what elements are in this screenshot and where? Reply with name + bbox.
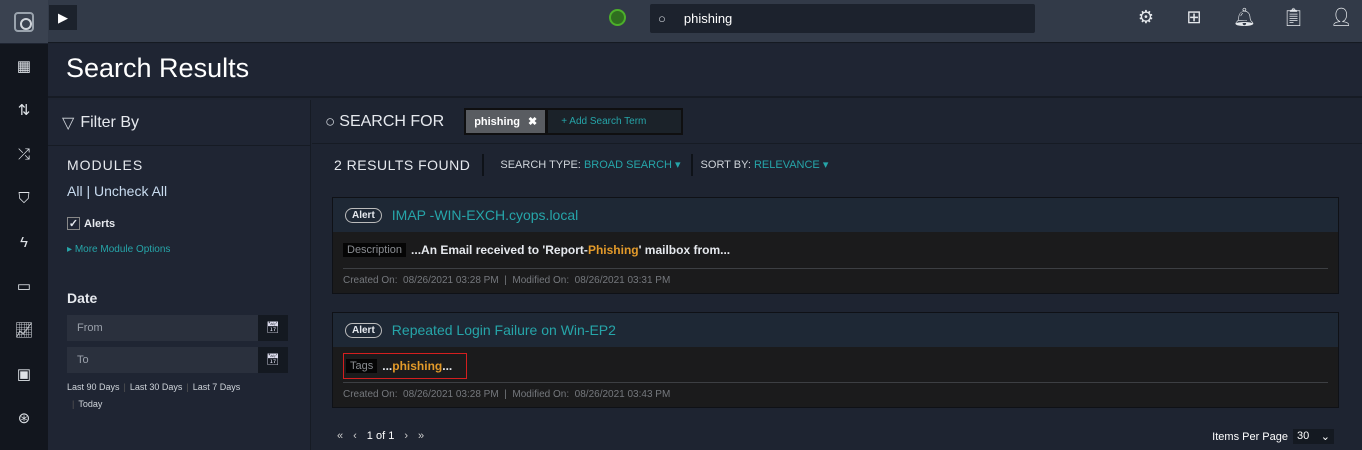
app-logo[interactable] [0,0,48,43]
next-page-icon[interactable]: › [404,430,408,442]
apps-icon[interactable]: ▣ [0,352,48,396]
shield-icon[interactable]: ⛉ [0,176,48,220]
created-label: Created On: [343,275,398,286]
highlight: Phishing [587,243,639,257]
result-title-link[interactable]: IMAP -WIN-EXCH.cyops.local [392,207,578,223]
snippet-text: ... [382,359,393,373]
hierarchy-icon[interactable]: ⊞ [1183,6,1205,28]
module-badge: Alert [345,322,382,338]
more-module-options-link[interactable]: ▸ More Module Options [67,244,170,255]
results-count: 2 RESULTS FOUND [334,154,485,176]
chart-icon[interactable]: 📈︎ [0,308,48,352]
uncheck-all-link[interactable]: Uncheck All [94,183,167,199]
date-label: Date [67,290,98,306]
search-type-label: SEARCH TYPE: [500,159,581,171]
result-title-link[interactable]: Repeated Login Failure on Win-EP2 [392,322,616,338]
search-type-dropdown[interactable]: SEARCH TYPE: BROAD SEARCH ▾ [484,154,690,176]
pagination: « ‹ 1 of 1 › » [337,430,424,442]
dashboard-icon[interactable]: ▦ [0,44,48,88]
last-7-days-link[interactable]: Last 7 Days [189,382,245,392]
add-search-term-input[interactable]: + Add Search Term [548,110,682,133]
search-for-label: SEARCH FOR [339,112,445,130]
left-nav: ▦ ⇅ ⤮ ⛉ ϟ ▭ 📈︎ ▣ ⊛ [0,44,48,450]
sort-icon[interactable]: ⇅ [0,88,48,132]
last-page-icon[interactable]: » [418,430,424,442]
snippet-text: ... [442,359,453,373]
user-icon[interactable]: 👤︎ [1330,6,1353,28]
more-options-label: More Module Options [74,244,171,255]
filter-icon: ▽ [62,114,75,132]
today-link[interactable]: Today [74,399,106,409]
last-90-days-link[interactable]: Last 90 Days [67,382,124,392]
highlight-box: Tags... phishing ... [343,353,468,379]
sort-label: SORT BY: [700,159,751,171]
module-badge: Alert [345,207,382,223]
field-label: Tags [346,359,378,373]
search-type-value: BROAD SEARCH [583,159,672,171]
top-bar: ▶ ○ phishing ⚙ ⊞ 🔔︎ 📋︎ 👤︎ [0,0,1362,43]
page-indicator: 1 of 1 [366,430,395,442]
global-search-input[interactable]: ○ phishing [650,4,1035,33]
term-label: phishing [474,116,521,128]
first-page-icon[interactable]: « [337,430,343,442]
date-to-field[interactable]: To 📅︎ [67,347,288,373]
sort-value: RELEVANCE [753,159,820,171]
items-per-page-value: 30 [1297,430,1310,442]
briefcase-icon[interactable]: ▭ [0,264,48,308]
search-icon: ○ [325,111,336,131]
bell-icon[interactable]: 🔔︎ [1233,6,1256,28]
items-per-page-select[interactable]: 30 ⌄ [1293,429,1334,444]
lifebuoy-icon[interactable]: ⊛ [0,396,48,440]
alerts-checkbox[interactable]: ✓ [67,217,80,230]
date-from-field[interactable]: From 📅︎ [67,315,288,341]
calendar-icon[interactable]: 📅︎ [258,315,288,341]
calendar-icon[interactable]: 📅︎ [258,347,288,373]
from-input[interactable]: From [67,315,258,341]
to-input[interactable]: To [67,347,258,373]
chevron-down-icon: ⌄ [1320,431,1330,443]
page-title: Search Results [66,53,250,83]
modified-label: Modified On: [512,389,570,400]
all-link[interactable]: All [67,183,83,199]
search-terms: phishing ✖ + Add Search Term [464,108,684,135]
created-value: 08/26/2021 03:28 PM [403,275,499,286]
results-panel: ○ SEARCH FOR phishing ✖ + Add Search Term… [312,100,1362,450]
created-value: 08/26/2021 03:28 PM [403,389,499,400]
clipboard-check-icon[interactable]: 📋︎ [1282,6,1305,28]
alerts-label: Alerts [84,217,116,230]
result-card: Alert Repeated Login Failure on Win-EP2 T… [332,312,1339,408]
result-card: Alert IMAP -WIN-EXCH.cyops.local Descript… [332,197,1339,294]
shuffle-icon[interactable]: ⤮ [0,132,48,176]
caret-down-icon: ▾ [671,159,681,171]
snippet-text: ' mailbox from... [638,243,731,257]
page-header: Search Results [48,44,1362,98]
filter-panel: ▽ Filter By MODULES All | Uncheck All ✓ Al… [48,100,311,450]
lightning-icon[interactable]: ϟ [0,220,48,264]
highlight: phishing [392,359,443,373]
filter-title: Filter By [80,113,139,131]
caret-down-icon: ▾ [819,159,829,171]
created-label: Created On: [343,389,398,400]
quick-date-links: Last 90 Days | Last 30 Days | Last 7 Days | To… [67,379,297,413]
modified-value: 08/26/2021 03:31 PM [574,275,671,286]
expand-sidebar-button[interactable]: ▶ [49,5,77,30]
last-30-days-link[interactable]: Last 30 Days [126,382,187,392]
remove-term-icon[interactable]: ✖ [528,116,537,128]
sort-dropdown[interactable]: SORT BY: RELEVANCE ▾ [690,154,839,176]
status-icon[interactable] [609,9,626,26]
items-per-page-label: Items Per Page [1212,430,1288,443]
snippet-text: ...An Email received to 'Report- [411,243,588,257]
modules-label: MODULES [67,157,144,173]
search-icon: ○ [658,11,666,26]
search-term-chip[interactable]: phishing ✖ [466,110,546,133]
modified-label: Modified On: [512,275,570,286]
modified-value: 08/26/2021 03:43 PM [574,389,671,400]
field-label: Description [343,243,407,257]
settings-icon[interactable]: ⚙ [1135,6,1157,28]
prev-page-icon[interactable]: ‹ [353,430,357,442]
